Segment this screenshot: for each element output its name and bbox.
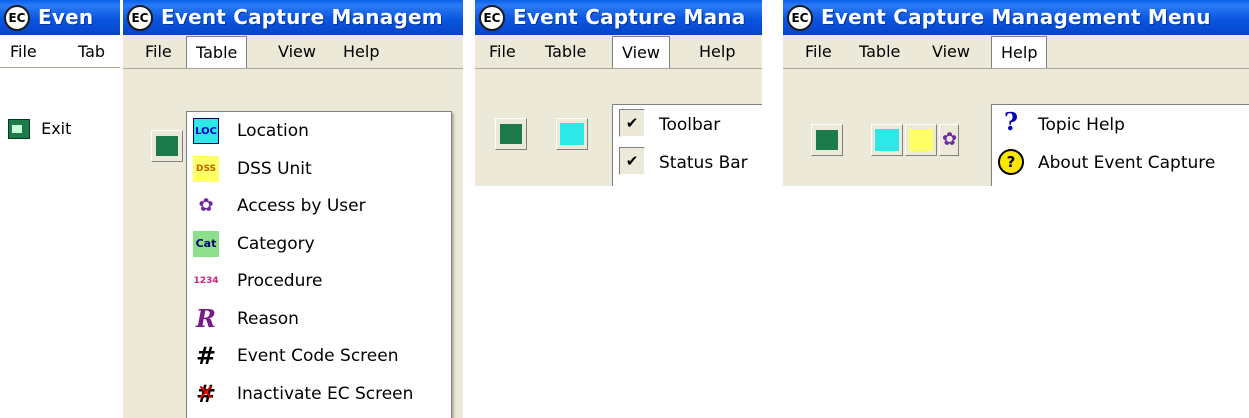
menu-table[interactable]: Tab bbox=[78, 42, 105, 61]
menu-item-status-bar[interactable]: ✔ Status Bar bbox=[613, 143, 762, 181]
menu-item-topic-help[interactable]: ? Topic Help bbox=[992, 105, 1249, 143]
title-bar: EC Even bbox=[0, 0, 120, 35]
menu-item-toolbar[interactable]: ✔ Toolbar bbox=[613, 105, 762, 143]
menu-file[interactable]: File bbox=[10, 42, 37, 61]
menu-item-access-by-user[interactable]: ✿ Access by User bbox=[187, 187, 451, 225]
reason-icon: R bbox=[196, 303, 216, 333]
exit-icon bbox=[8, 118, 30, 139]
about-icon: ? bbox=[998, 149, 1024, 175]
menu-item-location[interactable]: LOC Location bbox=[187, 112, 451, 150]
menu-item-event-code-screen[interactable]: # Event Code Screen bbox=[187, 337, 451, 375]
panel-help-menu: EC Event Capture Management Menu File Ta… bbox=[783, 0, 1249, 186]
panel-view-menu: EC Event Capture Mana File Table View He… bbox=[475, 0, 762, 186]
view-dropdown: ✔ Toolbar ✔ Status Bar bbox=[612, 104, 762, 186]
menu-view[interactable]: View bbox=[612, 36, 670, 68]
menu-file[interactable]: File bbox=[145, 42, 172, 61]
menu-item-label: Location bbox=[237, 121, 309, 141]
toolbar-exit-button[interactable] bbox=[151, 130, 183, 162]
menu-item-dss-unit[interactable]: DSS DSS Unit bbox=[187, 150, 451, 188]
toolbar-dss-unit-button[interactable] bbox=[905, 124, 937, 156]
menu-file[interactable]: File bbox=[805, 42, 832, 61]
exit-icon bbox=[500, 124, 522, 144]
location-icon bbox=[560, 123, 584, 145]
menu-item-procedure[interactable]: 1234 Procedure bbox=[187, 262, 451, 300]
window-title: Even bbox=[38, 5, 94, 29]
check-icon: ✔ bbox=[619, 109, 645, 137]
menu-item-exit[interactable]: Exit bbox=[8, 118, 71, 148]
window-title: Event Capture Mana bbox=[513, 5, 746, 29]
exit-icon bbox=[816, 130, 838, 150]
menu-item-label: About Event Capture bbox=[1038, 153, 1216, 173]
exit-label: Exit bbox=[41, 119, 72, 138]
check-icon: ✔ bbox=[619, 147, 645, 175]
procedure-icon: 1234 bbox=[193, 276, 219, 286]
menu-item-reason[interactable]: R Reason bbox=[187, 300, 451, 338]
menu-item-category[interactable]: Cat Category bbox=[187, 225, 451, 263]
access-user-icon: ✿ bbox=[942, 129, 958, 150]
category-icon: Cat bbox=[193, 230, 219, 257]
menu-file[interactable]: File bbox=[489, 42, 516, 61]
grid-icon: # bbox=[195, 342, 217, 370]
title-bar: EC Event Capture Managem bbox=[123, 0, 463, 35]
menu-item-label: Inactivate EC Screen bbox=[237, 383, 414, 404]
menu-help[interactable]: Help bbox=[343, 42, 379, 61]
menu-item-inactivate-ec-screen[interactable]: # ✕ Inactivate EC Screen bbox=[187, 375, 451, 413]
toolbar-location-button[interactable] bbox=[871, 124, 903, 156]
app-logo-icon: EC bbox=[787, 5, 813, 31]
toolbar-location-button[interactable] bbox=[556, 118, 588, 150]
menu-help[interactable]: Help bbox=[699, 42, 735, 61]
exit-icon bbox=[156, 136, 178, 156]
menu-item-label: Procedure bbox=[237, 271, 323, 291]
toolbar-exit-button[interactable] bbox=[495, 118, 527, 150]
menu-item-label: Category bbox=[237, 233, 315, 254]
title-bar: EC Event Capture Management Menu bbox=[783, 0, 1249, 35]
menu-table[interactable]: Table bbox=[859, 42, 900, 61]
menu-item-label: Toolbar bbox=[659, 115, 721, 135]
menu-table[interactable]: Table bbox=[186, 36, 248, 68]
menu-item-label: DSS Unit bbox=[237, 158, 312, 179]
toolbar-exit-button[interactable] bbox=[811, 124, 843, 156]
dss-unit-icon: DSS bbox=[193, 155, 219, 182]
menu-item-label: Reason bbox=[237, 308, 299, 329]
menu-view[interactable]: View bbox=[278, 42, 316, 61]
table-dropdown: LOC Location DSS DSS Unit ✿ Access by Us… bbox=[186, 111, 452, 418]
menu-help[interactable]: Help bbox=[991, 36, 1048, 68]
panel-file-menu: EC Even File Tab Exit bbox=[0, 0, 120, 150]
menu-table[interactable]: Table bbox=[545, 42, 586, 61]
panel-table-menu: EC Event Capture Managem File Table View… bbox=[123, 0, 463, 418]
question-icon: ? bbox=[1003, 107, 1019, 136]
app-logo-icon: EC bbox=[479, 5, 505, 31]
window-title: Event Capture Managem bbox=[161, 5, 443, 29]
location-icon bbox=[875, 129, 899, 151]
toolbar-access-button[interactable]: ✿ bbox=[939, 124, 959, 156]
window-title: Event Capture Management Menu bbox=[821, 5, 1211, 29]
inactive-grid-icon: # ✕ bbox=[195, 379, 217, 408]
menu-item-label: Status Bar bbox=[659, 153, 748, 173]
menu-item-label: Topic Help bbox=[1038, 115, 1125, 135]
menu-item-about[interactable]: ? About Event Capture bbox=[992, 143, 1249, 181]
help-dropdown: ? Topic Help ? About Event Capture bbox=[991, 104, 1249, 186]
dss-unit-icon bbox=[909, 129, 933, 151]
title-bar: EC Event Capture Mana bbox=[475, 0, 762, 35]
menu-view[interactable]: View bbox=[932, 42, 970, 61]
access-user-icon: ✿ bbox=[198, 195, 214, 216]
location-icon: LOC bbox=[193, 118, 219, 144]
menu-item-label: Access by User bbox=[237, 196, 366, 216]
app-logo-icon: EC bbox=[4, 5, 30, 31]
app-logo-icon: EC bbox=[127, 5, 153, 31]
menu-item-label: Event Code Screen bbox=[237, 346, 399, 366]
